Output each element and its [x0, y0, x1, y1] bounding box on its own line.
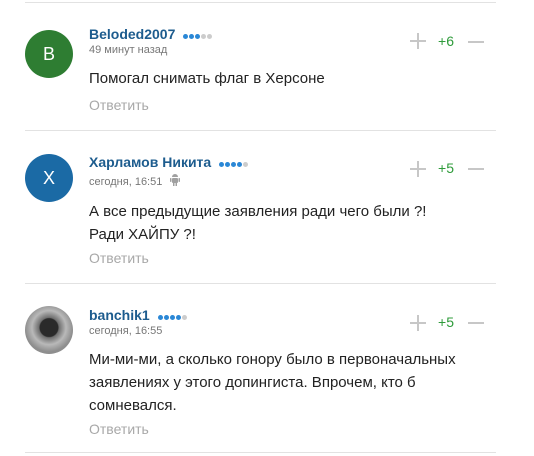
comment-time: сегодня, 16:55: [89, 325, 163, 337]
reply-link[interactable]: Ответить: [89, 421, 149, 437]
upvote-icon[interactable]: [410, 315, 426, 331]
comment-divider: [25, 452, 496, 453]
comment-score: +5: [438, 314, 454, 330]
downvote-icon[interactable]: [468, 322, 484, 324]
author-name[interactable]: banchik1: [89, 307, 150, 323]
user-rating: [157, 307, 188, 323]
comment-text-line: заявлениях у этого допингиста. Впрочем, …: [89, 374, 416, 391]
comment-text-line: сомневался.: [89, 397, 177, 414]
avatar[interactable]: [25, 306, 73, 354]
comment-text-line: Ми-ми-ми, а сколько гонору было в первон…: [89, 351, 456, 368]
comment-author-row: banchik1: [89, 307, 188, 324]
comment-item: banchik1 сегодня, 16:55 Ми-ми-ми, а скол…: [0, 0, 534, 456]
comment-text: Ми-ми-ми, а сколько гонору было в первон…: [89, 348, 479, 417]
